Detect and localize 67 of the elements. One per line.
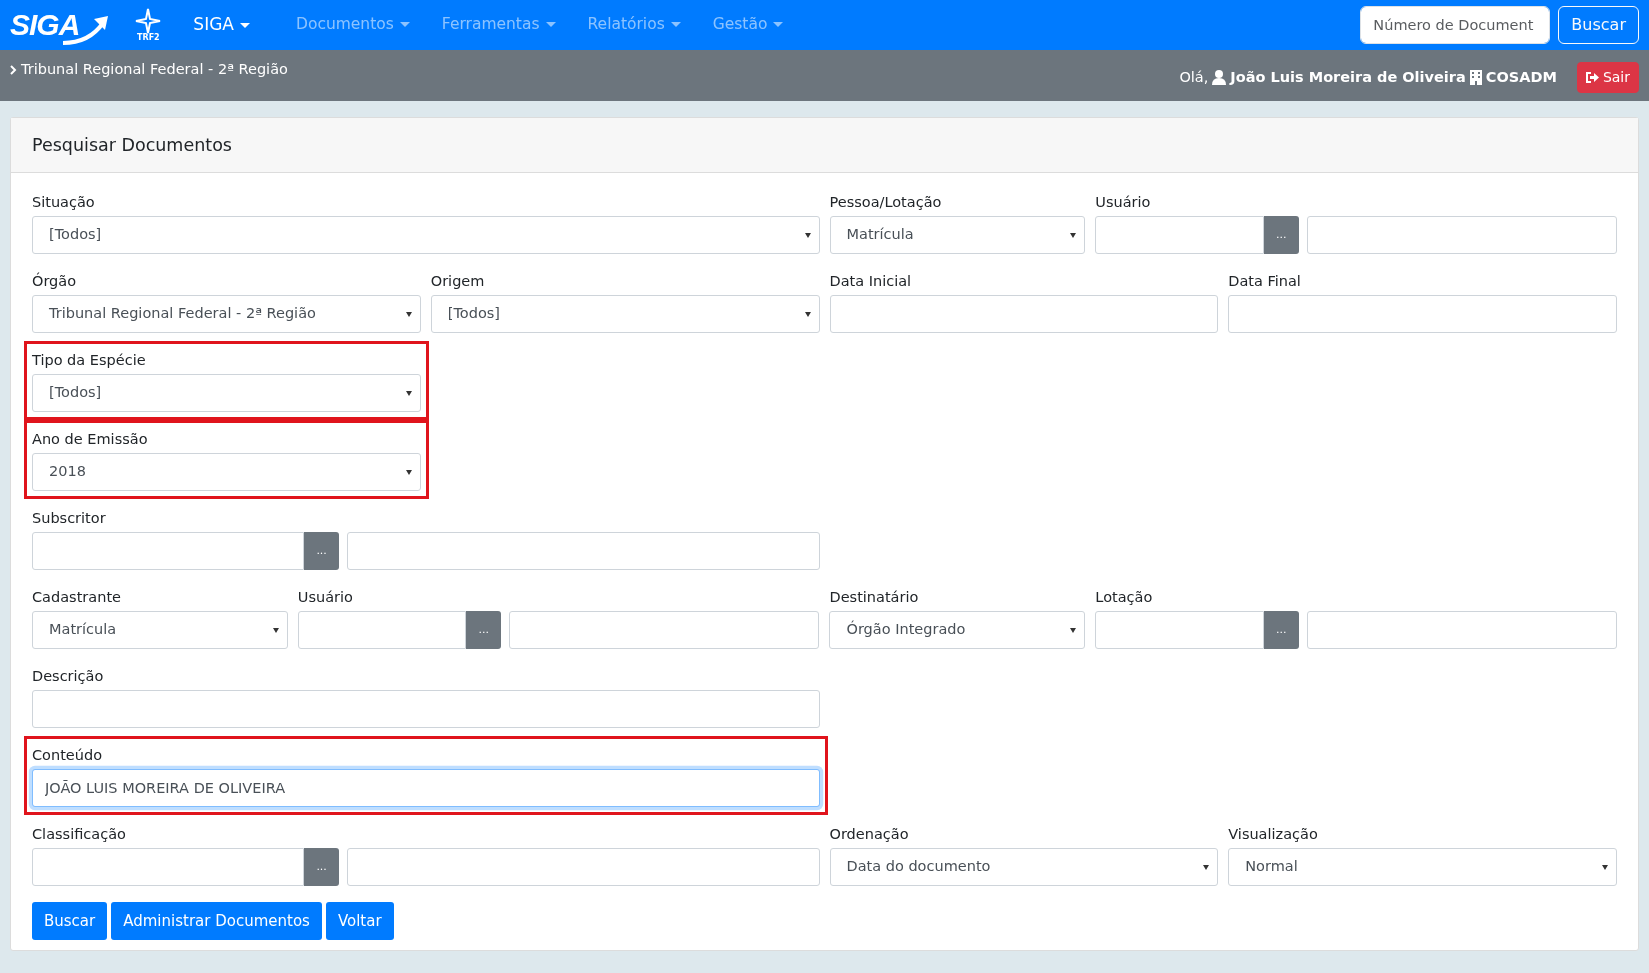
- logo-text[interactable]: SIGA: [10, 10, 80, 40]
- field-label: Pessoa/Lotação: [829, 193, 943, 213]
- greeting-text: Olá,: [1179, 67, 1209, 87]
- input-field[interactable]: [297, 611, 467, 650]
- card-title: Pesquisar Documentos: [11, 118, 1638, 174]
- field-label: Visualização: [1228, 825, 1319, 845]
- field-label: Usuário: [1095, 193, 1152, 213]
- star-icon: [135, 8, 162, 34]
- field-label: Lotação: [1095, 588, 1154, 608]
- sign-out-icon: [1585, 72, 1599, 83]
- field-label: Subscritor: [32, 509, 107, 529]
- select-field[interactable]: Matrícula: [829, 216, 1086, 255]
- input-field[interactable]: [347, 848, 820, 887]
- field-label: Ano de Emissão: [32, 430, 149, 450]
- field-label: Classificação: [32, 825, 127, 845]
- field-label: Tipo da Espécie: [32, 351, 147, 371]
- lookup-button[interactable]: ...: [304, 532, 340, 571]
- input-field[interactable]: [1306, 216, 1617, 255]
- input-field[interactable]: [1095, 611, 1264, 650]
- select-field[interactable]: Matrícula: [32, 611, 288, 650]
- input-field[interactable]: [347, 532, 820, 571]
- breadcrumb-text: Tribunal Regional Federal - 2ª Região: [21, 60, 288, 80]
- action-button[interactable]: Buscar: [32, 902, 108, 941]
- building-icon: [1469, 70, 1482, 85]
- lookup-button[interactable]: ...: [466, 611, 502, 650]
- lookup-button[interactable]: ...: [1263, 216, 1299, 255]
- menu-dropdown[interactable]: SIGA: [185, 8, 258, 42]
- input-field[interactable]: [829, 295, 1219, 334]
- input-field[interactable]: JOÃO LUIS MOREIRA DE OLIVEIRA: [32, 769, 820, 808]
- field-label: Conteúdo: [32, 746, 104, 766]
- select-field[interactable]: Tribunal Regional Federal - 2ª Região: [32, 295, 421, 334]
- input-field[interactable]: [32, 848, 305, 887]
- field-label: Cadastrante: [32, 588, 122, 608]
- search-button[interactable]: Buscar: [1558, 6, 1639, 44]
- select-field[interactable]: Órgão Integrado: [829, 611, 1086, 650]
- unit-name: COSADM: [1485, 67, 1557, 87]
- field-label: Origem: [430, 272, 486, 292]
- field-label: Descrição: [32, 667, 105, 687]
- lookup-button[interactable]: ...: [1263, 611, 1299, 650]
- search-field[interactable]: Número de Document: [1360, 6, 1551, 44]
- chevron-right-icon: [10, 65, 17, 75]
- logo-caption: TRF2: [137, 34, 160, 42]
- select-field[interactable]: [Todos]: [32, 374, 421, 413]
- lookup-button[interactable]: ...: [304, 848, 340, 887]
- action-button[interactable]: Voltar: [325, 902, 394, 941]
- select-field[interactable]: [Todos]: [430, 295, 820, 334]
- input-field[interactable]: [32, 532, 305, 571]
- input-field[interactable]: [1095, 216, 1264, 255]
- action-button[interactable]: Administrar Documentos: [111, 902, 322, 941]
- input-field[interactable]: [509, 611, 820, 650]
- user-icon: [1212, 70, 1227, 85]
- user-name: João Luis Moreira de Oliveira: [1230, 67, 1466, 87]
- select-field[interactable]: [Todos]: [32, 216, 820, 255]
- field-label: Data Inicial: [829, 272, 913, 292]
- field-label: Destinatário: [829, 588, 920, 608]
- field-label: Data Final: [1228, 272, 1302, 292]
- field-label: Órgão: [32, 271, 78, 292]
- field-label: Usuário: [297, 588, 354, 608]
- input-field[interactable]: [32, 690, 820, 729]
- select-field[interactable]: Data do documento: [829, 848, 1219, 887]
- select-field[interactable]: 2018: [32, 453, 421, 492]
- logout-button[interactable]: Sair: [1576, 62, 1639, 93]
- field-label: Ordenação: [829, 825, 910, 845]
- field-label: Situação: [32, 193, 96, 213]
- input-field[interactable]: [1228, 295, 1617, 334]
- select-field[interactable]: Normal: [1228, 848, 1617, 887]
- input-field[interactable]: [1306, 611, 1617, 650]
